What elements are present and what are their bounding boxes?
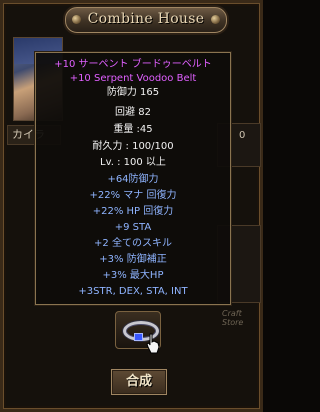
item-name-en: +10 Serpent Voodoo Belt bbox=[69, 73, 197, 84]
belt-gem-icon bbox=[134, 333, 143, 341]
option-line: +2 全てのスキル bbox=[94, 238, 172, 249]
option-line: +3% 防御補正 bbox=[99, 254, 167, 265]
hand-cursor-icon bbox=[146, 333, 160, 354]
level-requirement: Lv. : 100 以上 bbox=[100, 157, 166, 168]
option-line: +22% マナ 回復力 bbox=[89, 190, 177, 201]
item-name-jp: +10 サーペント ブードゥーベルト bbox=[54, 59, 212, 70]
title-plate: Combine House bbox=[65, 7, 227, 33]
durability-stat: 耐久力 : 100/100 bbox=[92, 141, 174, 152]
option-line: +3STR, DEX, STA, INT bbox=[78, 286, 188, 297]
item-tooltip: +10 サーペント ブードゥーベルト +10 Serpent Voodoo Be… bbox=[35, 52, 231, 305]
option-line: +3% 最大HP bbox=[102, 270, 164, 281]
craft-store-label: Craft Store bbox=[222, 309, 244, 327]
defense-stat: 防御力 165 bbox=[106, 87, 160, 98]
weight-stat: 重量 :45 bbox=[113, 124, 153, 135]
option-line: +22% HP 回復力 bbox=[92, 206, 174, 217]
window-title: Combine House bbox=[87, 11, 205, 27]
option-line: +9 STA bbox=[114, 222, 152, 233]
combine-button[interactable]: 合成 bbox=[111, 369, 167, 395]
side-value: 0 bbox=[239, 130, 246, 141]
option-line: +64防御力 bbox=[107, 174, 159, 185]
evasion-stat: 回避 82 bbox=[115, 107, 151, 118]
